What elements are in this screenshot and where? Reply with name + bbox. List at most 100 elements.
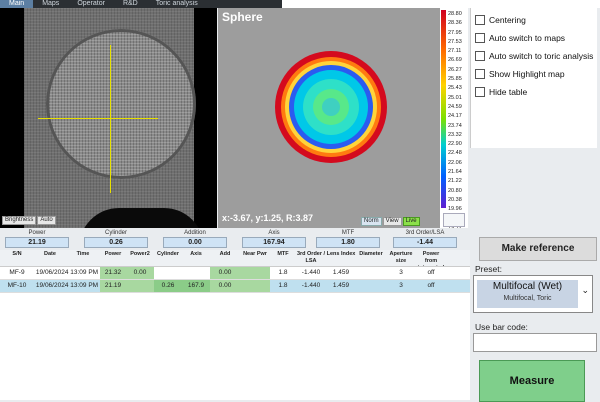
col-power[interactable]: Power	[100, 250, 126, 266]
col-add[interactable]: Add	[210, 250, 240, 266]
col-diameter[interactable]: Diameter	[356, 250, 386, 266]
norm-button[interactable]: Norm	[361, 217, 382, 226]
scale-label: 27.11	[448, 48, 462, 55]
col-aperture[interactable]: Aperture size	[386, 250, 416, 266]
scale-label: 28.36	[448, 20, 462, 27]
cell-aperture: 3	[399, 269, 403, 276]
cell-third-order: -1.440	[301, 282, 321, 289]
scale-label: 28.80	[448, 11, 462, 17]
col-axis[interactable]: Axis	[182, 250, 210, 266]
option-auto-switch-maps[interactable]: Auto switch to maps	[475, 32, 597, 44]
checkbox[interactable]	[475, 87, 485, 97]
cell-mtf: 1.8	[278, 282, 288, 289]
tab-maps[interactable]: Maps	[33, 0, 68, 8]
table-row[interactable]: MF-9 19/06/2024 13:09 PM 21.32 0.00 0.00…	[0, 267, 470, 280]
param-label: Power	[28, 230, 46, 236]
col-integrated[interactable]: Power from integrated	[416, 250, 446, 266]
camera-controls: Brightness Auto	[2, 216, 56, 225]
col-lens-index[interactable]: Lens Index	[326, 250, 356, 266]
chevron-down-icon[interactable]: ⌄	[581, 285, 589, 296]
auto-button[interactable]: Auto	[37, 216, 56, 225]
cell-near-pwr	[240, 267, 270, 279]
cell-sn: MF-10	[7, 282, 27, 289]
param-value: 1.80	[316, 237, 380, 248]
checkbox[interactable]	[475, 33, 485, 43]
measure-button[interactable]: Measure	[479, 360, 585, 402]
preset-selected[interactable]: Multifocal (Wet) Multifocal, Toric	[477, 280, 578, 308]
param-label: 3rd Order/LSA	[405, 230, 445, 236]
scale-label: 25.01	[448, 94, 462, 101]
checkbox[interactable]	[475, 69, 485, 79]
scale-label: 25.85	[448, 76, 462, 83]
param-third-order: 3rd Order/LSA -1.44	[393, 229, 457, 249]
measurements-table: S/N Date Time Power Power2 Cylinder Axis…	[0, 250, 470, 400]
cell-lens-index: 1.459	[332, 269, 350, 276]
col-near-pwr[interactable]: Near Pwr	[240, 250, 270, 266]
scale-label: 26.27	[448, 66, 462, 73]
tab-rd[interactable]: R&D	[114, 0, 147, 8]
scale-label: 24.59	[448, 103, 462, 110]
cell-datetime: 19/06/2024 13:09 PM	[35, 269, 99, 276]
brightness-button[interactable]: Brightness	[2, 216, 37, 225]
view-button[interactable]: View	[382, 217, 402, 226]
cell-diameter	[356, 267, 386, 279]
checkbox[interactable]	[475, 15, 485, 25]
option-auto-switch-toric[interactable]: Auto switch to toric analysis	[475, 50, 597, 62]
col-third-order[interactable]: 3rd Order / LSA	[296, 250, 326, 266]
col-mtf[interactable]: MTF	[270, 250, 296, 266]
tab-operator[interactable]: Operator	[68, 0, 114, 8]
sphere-map[interactable]: Sphere x:-3.67, y:1.25, R:3.87 Norm View…	[218, 8, 440, 228]
preset-main-text: Multifocal (Wet)	[492, 281, 563, 292]
scale-label: 22.90	[448, 141, 462, 148]
option-label: Auto switch to maps	[489, 33, 566, 43]
option-label: Show Highlight map	[489, 69, 565, 79]
preset-label: Preset:	[475, 264, 502, 274]
make-reference-button[interactable]: Make reference	[479, 237, 597, 261]
crosshair-vertical	[110, 45, 111, 193]
cell-aperture: 3	[399, 282, 403, 289]
table-header: S/N Date Time Power Power2 Cylinder Axis…	[0, 250, 470, 267]
col-power2[interactable]: Power2	[126, 250, 154, 266]
cell-add: 0.00	[210, 267, 240, 279]
option-hide-table[interactable]: Hide table	[475, 86, 597, 98]
cell-cylinder: 0.26	[154, 280, 182, 292]
cell-datetime: 19/06/2024 13:09 PM	[35, 282, 99, 289]
col-sn[interactable]: S/N	[0, 250, 34, 266]
col-date[interactable]: Date	[34, 250, 66, 266]
param-value: 167.94	[242, 237, 306, 248]
scale-label: 23.32	[448, 131, 462, 138]
cell-near-pwr	[240, 280, 270, 292]
scale-label: 21.22	[448, 178, 462, 185]
checkbox[interactable]	[475, 51, 485, 61]
tab-main[interactable]: Main	[0, 0, 34, 8]
param-label: Addition	[184, 230, 206, 236]
cell-axis: 167.9	[182, 280, 210, 292]
parameters-bar: Power 21.19 Cylinder 0.26 Addition 0.00 Axi…	[0, 228, 470, 250]
scale-label: 22.48	[448, 150, 462, 157]
scale-label: 24.17	[448, 113, 462, 120]
col-cylinder[interactable]: Cylinder	[154, 250, 182, 266]
col-time[interactable]: Time	[66, 250, 100, 266]
barcode-input[interactable]	[473, 333, 597, 352]
scale-settings-icon[interactable]	[443, 213, 465, 227]
barcode-label: Use bar code:	[475, 322, 528, 332]
cell-mtf: 1.8	[278, 269, 288, 276]
cell-cylinder	[154, 267, 182, 279]
scale-label: 20.38	[448, 196, 462, 203]
param-cylinder: Cylinder 0.26	[84, 229, 148, 249]
camera-view[interactable]: Brightness Auto	[0, 8, 217, 228]
table-row-selected[interactable]: MF-10 19/06/2024 13:09 PM 21.19 0.26 167…	[0, 280, 470, 293]
scale-label: 27.95	[448, 29, 462, 36]
option-show-highlight-map[interactable]: Show Highlight map	[475, 68, 597, 80]
option-label: Hide table	[489, 87, 528, 97]
map-title: Sphere	[222, 10, 263, 24]
option-centering[interactable]: Centering	[475, 14, 597, 26]
param-value: -1.44	[393, 237, 457, 248]
param-axis: Axis 167.94	[242, 229, 306, 249]
cell-axis	[182, 267, 210, 279]
preset-dropdown[interactable]: Multifocal (Wet) Multifocal, Toric ⌄	[473, 275, 593, 313]
live-button[interactable]: Live	[402, 217, 420, 226]
tab-toric-analysis[interactable]: Toric analysis	[147, 0, 207, 8]
param-label: Cylinder	[104, 230, 127, 236]
cell-third-order: -1.440	[301, 269, 321, 276]
